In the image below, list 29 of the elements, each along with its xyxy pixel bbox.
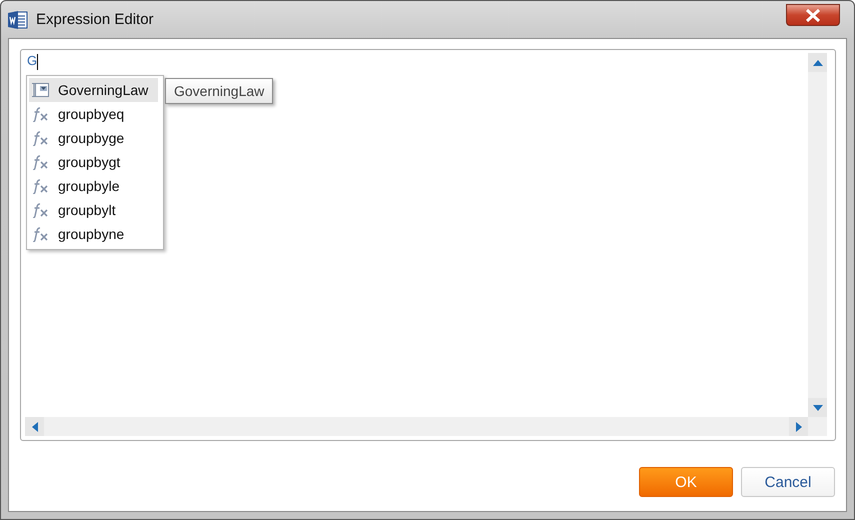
function-icon	[32, 178, 50, 194]
completion-item[interactable]: GoverningLaw	[29, 78, 158, 102]
function-icon	[32, 226, 50, 242]
word-app-icon	[8, 10, 28, 30]
expression-text: G	[26, 53, 38, 70]
close-button[interactable]	[786, 4, 840, 26]
cancel-button[interactable]: Cancel	[741, 467, 835, 497]
completion-item[interactable]: groupbyeq	[29, 102, 158, 126]
function-icon	[32, 154, 50, 170]
vertical-scrollbar[interactable]	[808, 53, 827, 417]
horizontal-scrollbar[interactable]	[25, 417, 808, 436]
function-icon	[32, 106, 50, 122]
expression-field[interactable]: G GoverningLaw groupbyeq groupbyge groupbygt groupbyle groupbylt groupbyne GoverningLaw	[20, 49, 836, 441]
completion-item[interactable]: groupbyne	[29, 222, 158, 246]
completion-item[interactable]: groupbygt	[29, 150, 158, 174]
scrollbar-corner	[808, 417, 827, 436]
scroll-right-icon[interactable]	[789, 417, 808, 436]
function-icon	[32, 202, 50, 218]
completion-item[interactable]: groupbylt	[29, 198, 158, 222]
close-icon	[805, 8, 821, 22]
field-icon	[32, 82, 50, 98]
scroll-left-icon[interactable]	[25, 417, 44, 436]
function-icon	[32, 130, 50, 146]
scroll-up-icon[interactable]	[808, 53, 827, 72]
scroll-down-icon[interactable]	[808, 398, 827, 417]
completion-item[interactable]: groupbyle	[29, 174, 158, 198]
tooltip: GoverningLaw	[165, 78, 274, 104]
completion-item[interactable]: groupbyge	[29, 126, 158, 150]
window-title: Expression Editor	[36, 11, 154, 28]
